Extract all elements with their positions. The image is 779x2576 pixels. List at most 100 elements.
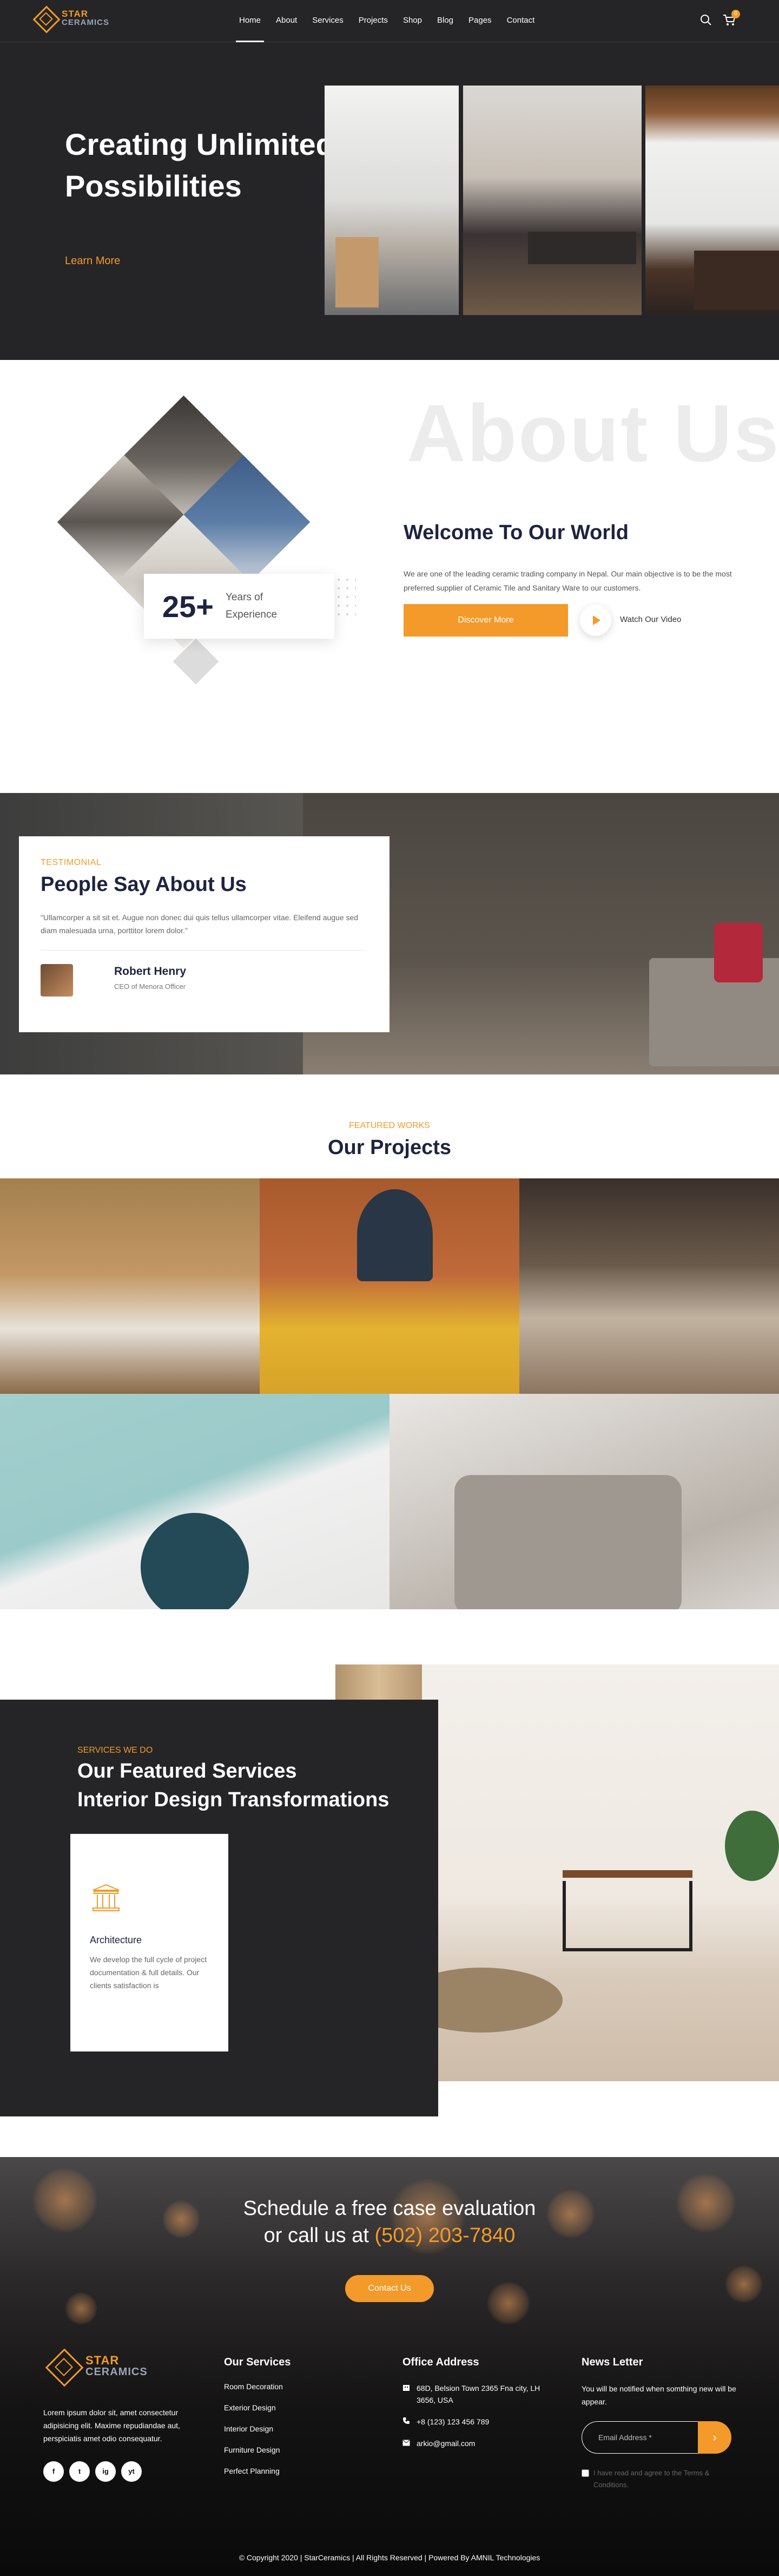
testimonial-section: TESTIMONIAL People Say About Us "Ullamco…: [0, 793, 779, 1074]
facebook-icon[interactable]: f: [43, 2461, 64, 2482]
about-description: We are one of the leading ceramic tradin…: [404, 569, 732, 592]
experience-years: 25+: [162, 589, 214, 624]
testimonial-card: TESTIMONIAL People Say About Us "Ullamco…: [19, 836, 390, 1032]
cta-line-1: Schedule a free case evaluation: [243, 2197, 536, 2220]
hero-title: Creating Unlimited Possibilities: [65, 127, 334, 203]
avatar: [41, 964, 73, 997]
project-image-bedroom-warm[interactable]: [519, 1178, 779, 1394]
decorative-diamond: [173, 638, 219, 685]
cta-line-2: or call us at (502) 203-7840: [0, 2224, 779, 2247]
footer-section: Schedule a free case evaluation or call …: [0, 2157, 779, 2576]
testimonial-heading: People Say About Us: [41, 873, 247, 896]
services-panel: SERVICES WE DO Our Featured Services Int…: [0, 1700, 438, 2116]
copyright-text: © Copyright 2020 | StarCeramics | All Ri…: [239, 2553, 540, 2562]
projects-heading: Our Projects: [327, 1136, 452, 1159]
footer-logo[interactable]: STAR CERAMICS: [43, 2346, 148, 2385]
footer-about-text: Lorem ipsum dolor sit, amet consectetur …: [43, 2408, 180, 2443]
architecture-icon: [90, 1883, 122, 1913]
nav-blog[interactable]: Blog: [430, 0, 461, 42]
footer-link-exterior-design[interactable]: Exterior Design: [224, 2403, 283, 2424]
testimonial-author-role: CEO of Menora Officer: [114, 982, 186, 991]
service-card-text: We develop the full cycle of project doc…: [90, 1955, 207, 1990]
phone-icon: [402, 2416, 411, 2428]
newsletter-submit-button[interactable]: ›: [698, 2421, 731, 2454]
hero-image-office: [325, 86, 459, 315]
play-video-icon[interactable]: [580, 605, 611, 636]
footer-link-furniture-design[interactable]: Furniture Design: [224, 2446, 283, 2467]
building-icon: [402, 2382, 411, 2406]
search-icon[interactable]: [700, 14, 713, 27]
discover-more-button[interactable]: Discover More: [404, 604, 568, 637]
cart-icon[interactable]: 0: [723, 10, 740, 27]
about-image-collage: [34, 395, 334, 705]
hero-image-kitchen: [645, 86, 779, 315]
testimonial-quote: "Ullamcorper a sit sit et. Augue non don…: [41, 913, 359, 935]
testimonial-author-name: Robert Henry: [114, 965, 187, 978]
nav-services[interactable]: Services: [305, 0, 351, 42]
newsletter-description: You will be notified when somthing new w…: [582, 2384, 736, 2406]
service-card-title: Architecture: [90, 1935, 142, 1945]
logo-text-ceramics: CERAMICS: [62, 18, 110, 27]
project-image-chair[interactable]: [260, 1178, 519, 1394]
nav-projects[interactable]: Projects: [351, 0, 395, 42]
project-image-marble-table[interactable]: [0, 1394, 390, 1609]
service-card-architecture[interactable]: Architecture We develop the full cycle o…: [70, 1834, 228, 2051]
cart-count-badge: 0: [731, 10, 740, 18]
contact-us-button[interactable]: Contact Us: [345, 2275, 434, 2302]
email-icon: [402, 2437, 411, 2449]
hero-section: Creating Unlimited Possibilities Learn M…: [0, 42, 779, 360]
footer-logo-ceramics: CERAMICS: [85, 2366, 148, 2378]
logo-text-star: STAR: [62, 9, 89, 19]
testimonial-divider: [41, 950, 365, 951]
projects-tag: FEATURED WORKS: [349, 1121, 430, 1130]
experience-label: Years of Experience: [226, 592, 278, 620]
main-nav: Home About Services Projects Shop Blog P…: [232, 0, 542, 42]
projects-section: FEATURED WORKS Our Projects: [0, 1074, 779, 1664]
footer-logo-star: STAR: [85, 2354, 120, 2367]
footer-office-heading: Office Address: [402, 2356, 479, 2368]
site-logo[interactable]: STAR CERAMICS: [31, 4, 109, 31]
cta-prefix: or call us at: [263, 2224, 369, 2247]
footer-link-room-decoration[interactable]: Room Decoration: [224, 2382, 283, 2403]
nav-contact[interactable]: Contact: [499, 0, 543, 42]
logo-diamond-icon: [31, 4, 58, 31]
services-heading: Our Featured Services: [77, 1760, 297, 1782]
footer-link-interior-design[interactable]: Interior Design: [224, 2424, 283, 2446]
footer-office-address: 68D, Belsion Town 2365 Fna city, LH 3656…: [402, 2382, 559, 2459]
youtube-icon[interactable]: yt: [121, 2461, 142, 2482]
footer-services-list: Room Decoration Exterior Design Interior…: [224, 2382, 283, 2488]
about-heading: Welcome To Our World: [404, 521, 629, 544]
footer-logo-diamond-icon: [43, 2346, 82, 2385]
site-header: STAR CERAMICS Home About Services Projec…: [0, 0, 779, 42]
twitter-icon[interactable]: t: [69, 2461, 90, 2482]
learn-more-link[interactable]: Learn More: [65, 255, 120, 267]
project-image-bedroom-wood[interactable]: [0, 1178, 260, 1394]
terms-consent-text: I have read and agree to the Terms & Con…: [593, 2469, 710, 2489]
project-image-sofa[interactable]: [390, 1394, 779, 1609]
watch-video-link[interactable]: Watch Our Video: [620, 615, 681, 624]
nav-pages[interactable]: Pages: [461, 0, 499, 42]
social-links: f t ig yt: [43, 2461, 142, 2482]
testimonial-tag: TESTIMONIAL: [41, 858, 102, 867]
about-watermark-text: About Us: [407, 388, 779, 479]
instagram-icon[interactable]: ig: [95, 2461, 116, 2482]
terms-consent: I have read and agree to the Terms & Con…: [582, 2467, 744, 2491]
office-email-text[interactable]: arkio@gmail.com: [417, 2437, 475, 2449]
newsletter-email-input[interactable]: [582, 2421, 698, 2454]
nav-about[interactable]: About: [268, 0, 305, 42]
services-subheading: Interior Design Transformations: [77, 1788, 390, 1811]
services-tag: SERVICES WE DO: [77, 1746, 153, 1755]
hero-image-bedroom: [463, 86, 642, 315]
experience-card: 25+ Years of Experience: [144, 574, 334, 639]
footer-link-perfect-planning[interactable]: Perfect Planning: [224, 2467, 283, 2488]
arrow-right-icon: ›: [712, 2430, 717, 2444]
cta-phone-number[interactable]: (502) 203-7840: [375, 2224, 516, 2247]
office-phone-text[interactable]: +8 (123) 123 456 789: [417, 2416, 489, 2428]
terms-checkbox[interactable]: [582, 2469, 589, 2477]
nav-shop[interactable]: Shop: [395, 0, 430, 42]
office-address-text: 68D, Belsion Town 2365 Fna city, LH 3656…: [417, 2384, 540, 2404]
nav-home[interactable]: Home: [232, 0, 268, 42]
footer-newsletter-heading: News Letter: [582, 2356, 643, 2368]
footer-services-heading: Our Services: [224, 2356, 291, 2368]
about-section: About Us 25+ Years of Experience Welcome…: [0, 360, 779, 793]
